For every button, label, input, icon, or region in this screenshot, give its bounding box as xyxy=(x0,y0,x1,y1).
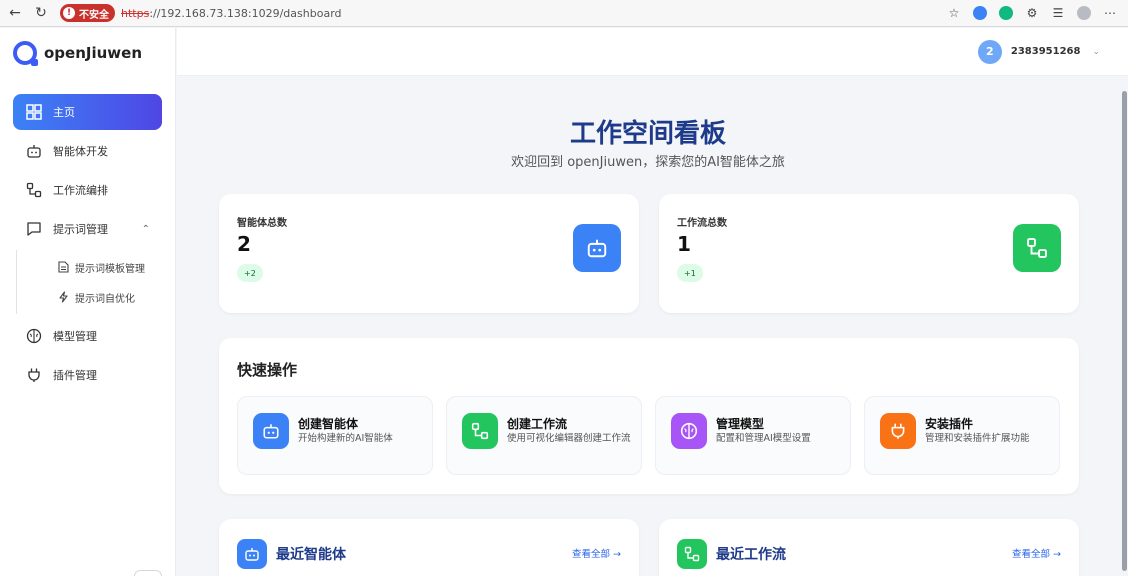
quick-action-name: 安装插件 xyxy=(925,417,974,431)
quick-action-create-workflow[interactable]: 创建工作流 使用可视化编辑器创建工作流 xyxy=(446,396,642,475)
sidebar-subitem-prompt-optimize[interactable]: 提示词自优化 xyxy=(17,282,175,312)
stat-card-workflows: 工作流总数 1 +1 xyxy=(659,194,1079,313)
prompt-submenu: 提示词模板管理 提示词自优化 xyxy=(16,250,175,314)
quick-action-manage-model[interactable]: 管理模型 配置和管理AI模型设置 xyxy=(655,396,851,475)
main-scrollbar[interactable] xyxy=(1120,77,1128,576)
sidebar-item-model-mgmt[interactable]: 模型管理 xyxy=(13,318,162,354)
favorites-icon[interactable]: ☰ xyxy=(1050,5,1066,21)
sidebar-item-agent-dev[interactable]: 智能体开发 xyxy=(13,133,162,169)
brain-icon xyxy=(671,413,707,449)
quick-action-install-plugin[interactable]: 安装插件 管理和安装插件扩展功能 xyxy=(864,396,1060,475)
browser-toolbar: ← ↻ ! 不安全 https://192.168.73.138:1029/da… xyxy=(0,0,1128,27)
logo-icon xyxy=(13,41,38,66)
workflow-icon xyxy=(677,539,707,569)
scrollbar-thumb[interactable] xyxy=(1122,91,1127,571)
puzzle-icon[interactable]: ⚙ xyxy=(1024,5,1040,21)
chat-icon xyxy=(25,220,43,238)
workflow-icon xyxy=(1013,224,1061,272)
app-logo[interactable]: openJiuwen xyxy=(0,28,175,78)
recent-workflows-panel: 最近工作流 查看全部 → xyxy=(659,519,1079,576)
url-scheme: https xyxy=(121,6,150,20)
stat-delta-badge: +1 xyxy=(677,264,703,282)
sidebar: openJiuwen 主页 智能体开发 工作流编排 提示词管理 ⌃ 提示词模板管… xyxy=(0,28,176,576)
robot-icon xyxy=(25,142,43,160)
profile-icon[interactable] xyxy=(1076,5,1092,21)
robot-icon xyxy=(237,539,267,569)
stat-label: 智能体总数 xyxy=(237,218,287,229)
lightning-icon xyxy=(57,291,69,303)
app-name: openJiuwen xyxy=(44,44,143,62)
view-all-workflows-link[interactable]: 查看全部 → xyxy=(1012,546,1061,560)
robot-icon xyxy=(253,413,289,449)
reload-icon[interactable]: ↻ xyxy=(30,2,52,24)
quick-action-desc: 配置和管理AI模型设置 xyxy=(716,433,811,444)
stat-value: 2 xyxy=(237,232,251,256)
quick-action-desc: 使用可视化编辑器创建工作流 xyxy=(507,433,631,444)
quick-actions-panel: 快速操作 创建智能体 开始构建新的AI智能体 创建工作流 使用可视化编辑器创建工… xyxy=(219,338,1079,494)
quick-action-create-agent[interactable]: 创建智能体 开始构建新的AI智能体 xyxy=(237,396,433,475)
avatar[interactable]: 2 xyxy=(977,39,1002,64)
more-icon[interactable]: ⋯ xyxy=(1102,5,1118,21)
grid-icon xyxy=(25,103,43,121)
stat-label: 工作流总数 xyxy=(677,218,727,229)
page-title: 工作空间看板 xyxy=(569,119,726,149)
sidebar-item-label: 主页 xyxy=(53,106,75,119)
sidebar-item-plugin-mgmt[interactable]: 插件管理 xyxy=(13,357,162,393)
sidebar-item-workflow[interactable]: 工作流编排 xyxy=(13,172,162,208)
extension-green-icon[interactable] xyxy=(998,5,1014,21)
document-icon xyxy=(57,261,69,273)
dashboard-main: 工作空间看板 欢迎回到 openJiuwen，探索您的AI智能体之旅 智能体总数… xyxy=(177,77,1117,576)
sidebar-item-label: 模型管理 xyxy=(53,330,97,343)
sidebar-subitem-prompt-template[interactable]: 提示词模板管理 xyxy=(17,252,175,282)
sidebar-item-home[interactable]: 主页 xyxy=(13,94,162,130)
section-title: 最近智能体 xyxy=(276,547,346,563)
warning-shield-icon: ! xyxy=(63,7,75,19)
section-title: 快速操作 xyxy=(237,361,298,379)
workflow-icon xyxy=(25,181,43,199)
brain-icon xyxy=(25,327,43,345)
workflow-icon xyxy=(462,413,498,449)
security-badge[interactable]: ! 不安全 xyxy=(60,4,115,22)
sidebar-item-label: 插件管理 xyxy=(53,369,97,382)
sidebar-item-prompt-mgmt[interactable]: 提示词管理 ⌃ xyxy=(13,211,162,247)
back-icon[interactable]: ← xyxy=(4,2,26,24)
page-subtitle: 欢迎回到 openJiuwen，探索您的AI智能体之旅 xyxy=(511,155,785,170)
security-label: 不安全 xyxy=(79,9,109,21)
sidebar-menu: 主页 智能体开发 工作流编排 提示词管理 ⌃ 提示词模板管理 提示词自优化 模型… xyxy=(0,94,175,393)
sidebar-item-label: 智能体开发 xyxy=(53,145,108,158)
stat-value: 1 xyxy=(677,232,691,256)
address-bar[interactable]: ! 不安全 https://192.168.73.138:1029/dashbo… xyxy=(60,3,946,23)
quick-action-desc: 开始构建新的AI智能体 xyxy=(298,433,393,444)
robot-icon xyxy=(573,224,621,272)
plug-icon xyxy=(25,366,43,384)
quick-action-name: 创建工作流 xyxy=(507,417,568,431)
extension-blue-icon[interactable] xyxy=(972,5,988,21)
section-title: 最近工作流 xyxy=(716,547,786,563)
stat-delta-badge: +2 xyxy=(237,264,263,282)
quick-action-desc: 管理和安装插件扩展功能 xyxy=(925,433,1030,444)
stat-card-agents: 智能体总数 2 +2 xyxy=(219,194,639,313)
username[interactable]: 2383951268 xyxy=(1011,46,1081,57)
sidebar-collapse-handle[interactable] xyxy=(134,570,162,576)
url-text[interactable]: https://192.168.73.138:1029/dashboard xyxy=(121,7,342,20)
sidebar-subitem-label: 提示词模板管理 xyxy=(75,263,145,275)
quick-action-name: 创建智能体 xyxy=(298,417,359,431)
sidebar-item-label: 工作流编排 xyxy=(53,184,108,197)
sidebar-subitem-label: 提示词自优化 xyxy=(75,293,135,305)
recent-agents-panel: 最近智能体 查看全部 → xyxy=(219,519,639,576)
sidebar-item-label: 提示词管理 xyxy=(53,223,108,236)
plug-icon xyxy=(880,413,916,449)
url-rest: ://192.168.73.138:1029/dashboard xyxy=(149,6,342,20)
quick-action-name: 管理模型 xyxy=(716,417,765,431)
chevron-up-icon[interactable]: ⌃ xyxy=(142,224,150,235)
chevron-down-icon[interactable]: ⌄ xyxy=(1092,47,1100,57)
top-header: 2 2383951268 ⌄ xyxy=(177,28,1128,76)
star-icon[interactable]: ☆ xyxy=(946,5,962,21)
view-all-agents-link[interactable]: 查看全部 → xyxy=(572,546,621,560)
